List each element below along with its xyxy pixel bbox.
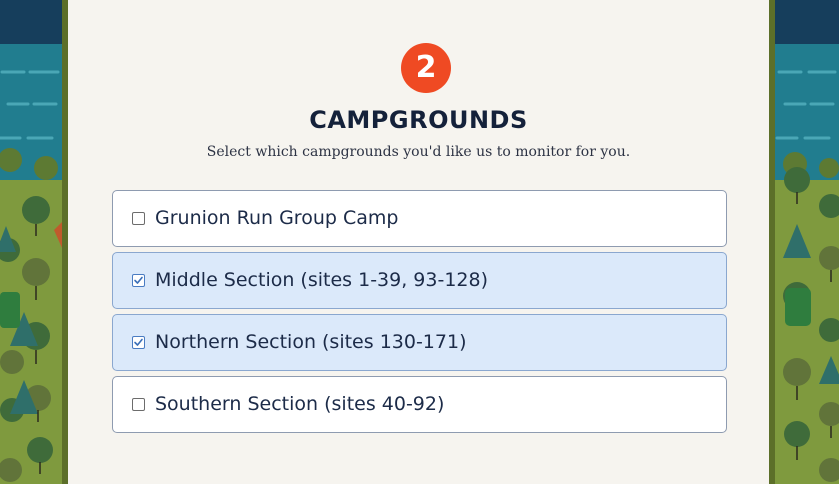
checkbox-icon[interactable] xyxy=(132,212,145,225)
campground-option-label: Grunion Run Group Camp xyxy=(155,207,399,229)
campground-options-list: Grunion Run Group Camp Middle Section (s… xyxy=(112,190,727,438)
forest-lake-illustration xyxy=(0,0,62,484)
campgrounds-step-panel: 2 CAMPGROUNDS Select which campgrounds y… xyxy=(62,0,775,484)
step-number-badge: 2 xyxy=(401,43,451,93)
checkbox-icon[interactable] xyxy=(132,274,145,287)
background-scenery-right xyxy=(775,0,839,484)
campground-option-southern-section[interactable]: Southern Section (sites 40-92) xyxy=(112,376,727,433)
campground-option-middle-section[interactable]: Middle Section (sites 1-39, 93-128) xyxy=(112,252,727,309)
page-title: CAMPGROUNDS xyxy=(309,106,528,134)
campground-option-grunion-run[interactable]: Grunion Run Group Camp xyxy=(112,190,727,247)
campground-option-label: Southern Section (sites 40-92) xyxy=(155,393,445,415)
campground-option-label: Middle Section (sites 1-39, 93-128) xyxy=(155,269,489,291)
checkmark-icon xyxy=(134,276,143,284)
forest-lake-illustration xyxy=(775,0,839,484)
checkbox-icon[interactable] xyxy=(132,398,145,411)
checkbox-icon[interactable] xyxy=(132,336,145,349)
page-subtitle: Select which campgrounds you'd like us t… xyxy=(206,144,631,160)
campground-option-label: Northern Section (sites 130-171) xyxy=(155,331,467,353)
campground-option-northern-section[interactable]: Northern Section (sites 130-171) xyxy=(112,314,727,371)
checkmark-icon xyxy=(134,338,143,346)
background-scenery-left xyxy=(0,0,62,484)
